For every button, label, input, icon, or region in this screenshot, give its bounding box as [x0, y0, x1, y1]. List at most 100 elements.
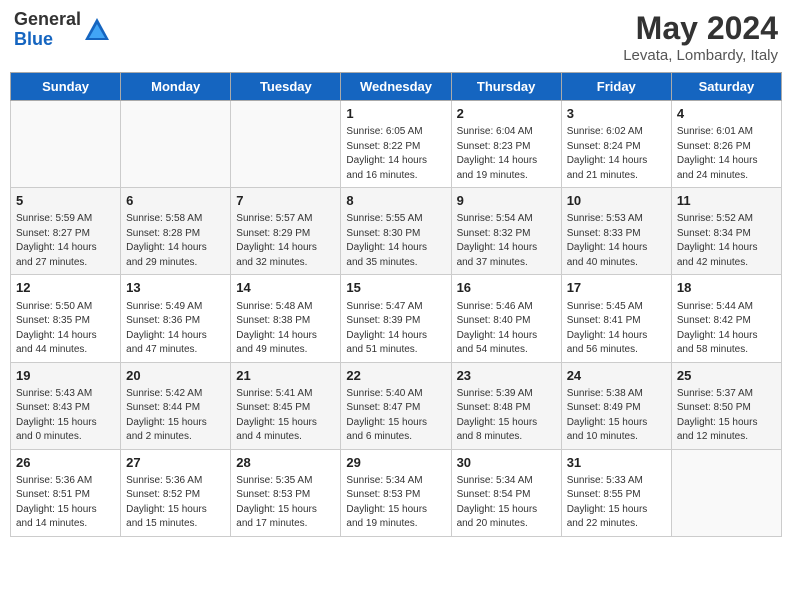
calendar-cell	[121, 101, 231, 188]
calendar-cell: 24 Sunrise: 5:38 AM Sunset: 8:49 PM Dayli…	[561, 362, 671, 449]
cell-info: Sunrise: 5:45 AM Sunset: 8:41 PM Dayligh…	[567, 300, 666, 358]
day-number: 4	[677, 105, 776, 123]
cell-info: Sunrise: 5:52 AM Sunset: 8:34 PM Dayligh…	[677, 212, 776, 270]
day-number: 16	[457, 279, 556, 297]
calendar-cell: 15 Sunrise: 5:47 AM Sunset: 8:39 PM Dayli…	[341, 275, 451, 362]
cell-info: Sunrise: 5:38 AM Sunset: 8:49 PM Dayligh…	[567, 387, 666, 445]
month-year: May 2024	[623, 10, 778, 47]
calendar-cell: 26Sunrise: 5:36 AM Sunset: 8:51 PM Dayli…	[11, 449, 121, 536]
day-number: 7	[236, 192, 335, 210]
calendar-cell	[231, 101, 341, 188]
weekday-header-friday: Friday	[561, 73, 671, 101]
weekday-header-sunday: Sunday	[11, 73, 121, 101]
day-number: 10	[567, 192, 666, 210]
cell-info: Sunrise: 5:43 AM Sunset: 8:43 PM Dayligh…	[16, 387, 115, 445]
cell-info: Sunrise: 5:50 AM Sunset: 8:35 PM Dayligh…	[16, 300, 115, 358]
cell-info: Sunrise: 5:37 AM Sunset: 8:50 PM Dayligh…	[677, 387, 776, 445]
calendar-cell: 27Sunrise: 5:36 AM Sunset: 8:52 PM Dayli…	[121, 449, 231, 536]
day-number: 29	[346, 454, 445, 472]
calendar-cell: 23Sunrise: 5:39 AM Sunset: 8:48 PM Dayli…	[451, 362, 561, 449]
weekday-header-tuesday: Tuesday	[231, 73, 341, 101]
cell-info: Sunrise: 6:02 AM Sunset: 8:24 PM Dayligh…	[567, 125, 666, 183]
day-number: 20	[126, 367, 225, 385]
calendar-cell: 18 Sunrise: 5:44 AM Sunset: 8:42 PM Dayli…	[671, 275, 781, 362]
cell-info: Sunrise: 5:42 AM Sunset: 8:44 PM Dayligh…	[126, 387, 225, 445]
calendar-cell: 19 Sunrise: 5:43 AM Sunset: 8:43 PM Dayli…	[11, 362, 121, 449]
calendar-week-1: 1 Sunrise: 6:05 AM Sunset: 8:22 PM Daylig…	[11, 101, 782, 188]
calendar-cell	[671, 449, 781, 536]
day-number: 18	[677, 279, 776, 297]
day-number: 26	[16, 454, 115, 472]
day-number: 5	[16, 192, 115, 210]
cell-info: Sunrise: 5:59 AM Sunset: 8:27 PM Dayligh…	[16, 212, 115, 270]
logo: General Blue	[14, 10, 111, 50]
calendar-cell: 9Sunrise: 5:54 AM Sunset: 8:32 PM Daylig…	[451, 188, 561, 275]
day-number: 1	[346, 105, 445, 123]
logo-icon	[83, 16, 111, 44]
day-number: 31	[567, 454, 666, 472]
day-number: 13	[126, 279, 225, 297]
calendar-cell: 12 Sunrise: 5:50 AM Sunset: 8:35 PM Dayli…	[11, 275, 121, 362]
page-header: General Blue May 2024 Levata, Lombardy, …	[10, 10, 782, 64]
cell-info: Sunrise: 6:01 AM Sunset: 8:26 PM Dayligh…	[677, 125, 776, 183]
cell-info: Sunrise: 5:47 AM Sunset: 8:39 PM Dayligh…	[346, 300, 445, 358]
day-number: 2	[457, 105, 556, 123]
location: Levata, Lombardy, Italy	[623, 47, 778, 64]
cell-info: Sunrise: 5:54 AM Sunset: 8:32 PM Dayligh…	[457, 212, 556, 270]
calendar-cell: 16 Sunrise: 5:46 AM Sunset: 8:40 PM Dayli…	[451, 275, 561, 362]
calendar-cell	[11, 101, 121, 188]
weekday-header-saturday: Saturday	[671, 73, 781, 101]
day-number: 19	[16, 367, 115, 385]
calendar-cell: 17Sunrise: 5:45 AM Sunset: 8:41 PM Dayli…	[561, 275, 671, 362]
day-number: 25	[677, 367, 776, 385]
cell-info: Sunrise: 5:34 AM Sunset: 8:54 PM Dayligh…	[457, 474, 556, 532]
day-number: 30	[457, 454, 556, 472]
cell-info: Sunrise: 5:57 AM Sunset: 8:29 PM Dayligh…	[236, 212, 335, 270]
weekday-header-thursday: Thursday	[451, 73, 561, 101]
day-number: 6	[126, 192, 225, 210]
calendar-week-3: 12 Sunrise: 5:50 AM Sunset: 8:35 PM Dayli…	[11, 275, 782, 362]
cell-info: Sunrise: 5:44 AM Sunset: 8:42 PM Dayligh…	[677, 300, 776, 358]
day-number: 24	[567, 367, 666, 385]
calendar-table: SundayMondayTuesdayWednesdayThursdayFrid…	[10, 72, 782, 537]
weekday-header-monday: Monday	[121, 73, 231, 101]
day-number: 22	[346, 367, 445, 385]
cell-info: Sunrise: 5:41 AM Sunset: 8:45 PM Dayligh…	[236, 387, 335, 445]
calendar-cell: 30 Sunrise: 5:34 AM Sunset: 8:54 PM Dayli…	[451, 449, 561, 536]
calendar-cell: 2 Sunrise: 6:04 AM Sunset: 8:23 PM Daylig…	[451, 101, 561, 188]
cell-info: Sunrise: 5:48 AM Sunset: 8:38 PM Dayligh…	[236, 300, 335, 358]
day-number: 12	[16, 279, 115, 297]
day-number: 11	[677, 192, 776, 210]
cell-info: Sunrise: 5:33 AM Sunset: 8:55 PM Dayligh…	[567, 474, 666, 532]
cell-info: Sunrise: 5:34 AM Sunset: 8:53 PM Dayligh…	[346, 474, 445, 532]
cell-info: Sunrise: 5:36 AM Sunset: 8:52 PM Dayligh…	[126, 474, 225, 532]
weekday-header-wednesday: Wednesday	[341, 73, 451, 101]
cell-info: Sunrise: 5:46 AM Sunset: 8:40 PM Dayligh…	[457, 300, 556, 358]
calendar-cell: 14 Sunrise: 5:48 AM Sunset: 8:38 PM Dayli…	[231, 275, 341, 362]
calendar-cell: 31 Sunrise: 5:33 AM Sunset: 8:55 PM Dayli…	[561, 449, 671, 536]
calendar-cell: 4 Sunrise: 6:01 AM Sunset: 8:26 PM Daylig…	[671, 101, 781, 188]
calendar-cell: 13 Sunrise: 5:49 AM Sunset: 8:36 PM Dayli…	[121, 275, 231, 362]
day-number: 3	[567, 105, 666, 123]
day-number: 21	[236, 367, 335, 385]
calendar-cell: 20 Sunrise: 5:42 AM Sunset: 8:44 PM Dayli…	[121, 362, 231, 449]
calendar-cell: 3 Sunrise: 6:02 AM Sunset: 8:24 PM Daylig…	[561, 101, 671, 188]
calendar-cell: 28Sunrise: 5:35 AM Sunset: 8:53 PM Dayli…	[231, 449, 341, 536]
logo-blue-text: Blue	[14, 30, 81, 50]
title-block: May 2024 Levata, Lombardy, Italy	[623, 10, 778, 64]
cell-info: Sunrise: 5:49 AM Sunset: 8:36 PM Dayligh…	[126, 300, 225, 358]
calendar-cell: 21 Sunrise: 5:41 AM Sunset: 8:45 PM Dayli…	[231, 362, 341, 449]
cell-info: Sunrise: 5:40 AM Sunset: 8:47 PM Dayligh…	[346, 387, 445, 445]
calendar-cell: 29 Sunrise: 5:34 AM Sunset: 8:53 PM Dayli…	[341, 449, 451, 536]
calendar-cell: 11 Sunrise: 5:52 AM Sunset: 8:34 PM Dayli…	[671, 188, 781, 275]
cell-info: Sunrise: 5:39 AM Sunset: 8:48 PM Dayligh…	[457, 387, 556, 445]
day-number: 15	[346, 279, 445, 297]
day-number: 14	[236, 279, 335, 297]
cell-info: Sunrise: 6:05 AM Sunset: 8:22 PM Dayligh…	[346, 125, 445, 183]
day-number: 8	[346, 192, 445, 210]
cell-info: Sunrise: 5:55 AM Sunset: 8:30 PM Dayligh…	[346, 212, 445, 270]
calendar-cell: 22 Sunrise: 5:40 AM Sunset: 8:47 PM Dayli…	[341, 362, 451, 449]
cell-info: Sunrise: 6:04 AM Sunset: 8:23 PM Dayligh…	[457, 125, 556, 183]
cell-info: Sunrise: 5:58 AM Sunset: 8:28 PM Dayligh…	[126, 212, 225, 270]
calendar-cell: 7 Sunrise: 5:57 AM Sunset: 8:29 PM Daylig…	[231, 188, 341, 275]
